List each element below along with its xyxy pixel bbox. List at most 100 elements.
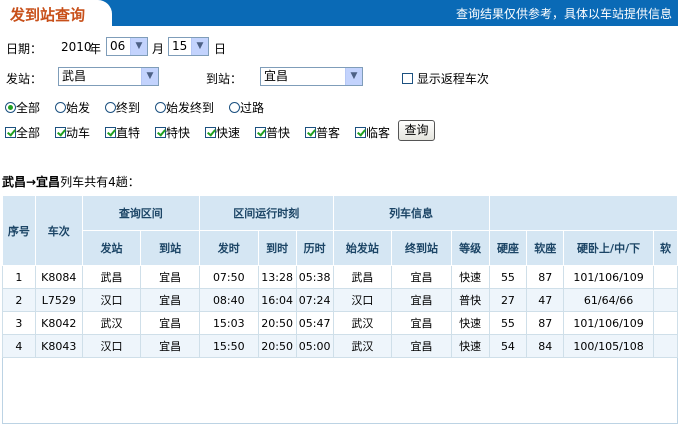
radio-passing[interactable]: 过路 [229, 99, 264, 116]
from-station-value: 武昌 [62, 69, 87, 83]
table-row: 1 K8084 武昌 宜昌 07:50 13:28 05:38 武昌 宜昌 快速… [2, 265, 678, 289]
cell-origin: 武汉 [332, 311, 393, 335]
cell-depart-time: 07:50 [198, 265, 259, 289]
cell-train[interactable]: K8043 [34, 334, 83, 358]
cell-arrive-time: 13:28 [257, 265, 297, 289]
radio-origin-terminal-button[interactable] [155, 102, 166, 113]
show-return-checkbox[interactable] [402, 73, 413, 84]
cell-seq: 3 [2, 311, 36, 335]
query-button[interactable]: 查询 [398, 120, 435, 141]
train-type-fast[interactable]: 快速 [205, 124, 240, 141]
chevron-down-icon: ▼ [130, 38, 147, 55]
train-type-fast-checkbox[interactable] [205, 127, 216, 138]
header-notice: 查询结果仅供参考，具体以车站提供信息 [455, 7, 672, 21]
cell-terminal: 宜昌 [391, 334, 452, 358]
cell-grade: 快速 [450, 265, 490, 289]
cell-soft-seat: 87 [526, 311, 565, 335]
cell-seq: 1 [2, 265, 36, 289]
radio-terminal-button[interactable] [105, 102, 116, 113]
cell-arrive-time: 20:50 [257, 334, 297, 358]
cell-train[interactable]: K8042 [34, 311, 83, 335]
train-type-temporary[interactable]: 临客 [355, 124, 390, 141]
header-origin: 始发站 [332, 230, 393, 266]
radio-origin-terminal[interactable]: 始发终到 [155, 99, 214, 116]
table-row: 4 K8043 汉口 宜昌 15:50 20:50 05:00 武汉 宜昌 快速… [2, 334, 678, 358]
train-type-all[interactable]: 全部 [5, 124, 40, 141]
radio-origin-button[interactable] [55, 102, 66, 113]
train-type-temporary-label: 临客 [366, 126, 391, 140]
train-type-ordinary-fast-label: 普快 [266, 126, 291, 140]
cell-arrive-station: 宜昌 [140, 334, 200, 358]
cell-hard-seat: 55 [488, 265, 528, 289]
train-type-all-label: 全部 [16, 126, 41, 140]
cell-train[interactable]: L7529 [34, 288, 83, 312]
day-select[interactable]: 15 ▼ [168, 37, 209, 56]
cell-cut [653, 334, 678, 358]
header-depart-time: 发时 [198, 230, 259, 266]
train-type-ordinary-checkbox[interactable] [305, 127, 316, 138]
cell-depart-station: 武昌 [81, 265, 142, 289]
cell-hard-sleeper: 101/106/109 [563, 265, 654, 289]
cell-hard-seat: 54 [488, 334, 528, 358]
train-type-direct-label: 直特 [116, 126, 141, 140]
cell-arrive-station: 宜昌 [140, 288, 200, 312]
header-group-schedule: 区间运行时刻 [198, 195, 334, 231]
cell-soft-seat: 84 [526, 334, 565, 358]
train-type-ordinary-fast[interactable]: 普快 [255, 124, 290, 141]
train-type-ordinary-label: 普客 [316, 126, 341, 140]
train-type-emu-checkbox[interactable] [55, 127, 66, 138]
cell-duration: 05:00 [295, 334, 334, 358]
cell-terminal: 宜昌 [391, 265, 452, 289]
cell-depart-station: 武汉 [81, 311, 142, 335]
from-label: 发站： [6, 72, 43, 86]
train-type-express-label: 特快 [166, 126, 191, 140]
train-type-all-checkbox[interactable] [5, 127, 16, 138]
cell-arrive-time: 20:50 [257, 311, 297, 335]
header-cut: 软 [653, 230, 678, 266]
header-tab: 发到站查询 [0, 0, 112, 26]
train-type-express[interactable]: 特快 [155, 124, 190, 141]
train-type-direct[interactable]: 直特 [105, 124, 140, 141]
chevron-down-icon: ▼ [191, 38, 208, 55]
result-count: 列车共有4趟： [60, 175, 140, 189]
header-seq: 序号 [2, 195, 36, 266]
table-row: 2 L7529 汉口 宜昌 08:40 16:04 07:24 汉口 宜昌 普快… [2, 288, 678, 312]
result-route: 武昌→宜昌 [2, 175, 61, 189]
cell-depart-time: 08:40 [198, 288, 259, 312]
show-return-option[interactable]: 显示返程车次 [402, 70, 489, 87]
train-type-temporary-checkbox[interactable] [355, 127, 366, 138]
train-type-direct-checkbox[interactable] [105, 127, 116, 138]
day-unit: 日 [214, 42, 227, 56]
radio-terminal[interactable]: 终到 [105, 99, 140, 116]
show-return-label: 显示返程车次 [416, 72, 489, 86]
header-duration: 历时 [295, 230, 334, 266]
header-group-query: 查询区间 [81, 195, 200, 231]
train-type-express-checkbox[interactable] [155, 127, 166, 138]
radio-origin[interactable]: 始发 [55, 99, 90, 116]
radio-all[interactable]: 全部 [5, 99, 40, 116]
radio-all-button[interactable] [5, 102, 16, 113]
header-group-fares [488, 195, 678, 231]
header-arrive-station: 到站 [140, 230, 200, 266]
to-station-select[interactable]: 宜昌 ▼ [260, 67, 363, 86]
day-value: 15 [172, 39, 188, 53]
cell-terminal: 宜昌 [391, 288, 452, 312]
radio-passing-button[interactable] [229, 102, 240, 113]
month-value: 06 [110, 39, 126, 53]
header-group-train-info: 列车信息 [332, 195, 490, 231]
cell-train[interactable]: K8084 [34, 265, 83, 289]
train-type-ordinary-fast-checkbox[interactable] [255, 127, 266, 138]
header-grade: 等级 [450, 230, 490, 266]
radio-terminal-label: 终到 [116, 101, 141, 115]
header-arrive-time: 到时 [257, 230, 297, 266]
header-soft-seat: 软座 [526, 230, 565, 266]
cell-soft-seat: 87 [526, 265, 565, 289]
header-bar: 发到站查询 查询结果仅供参考，具体以车站提供信息 [0, 0, 678, 26]
cell-grade: 快速 [450, 334, 490, 358]
month-select[interactable]: 06 ▼ [106, 37, 148, 56]
to-station-value: 宜昌 [264, 69, 289, 83]
radio-origin-terminal-label: 始发终到 [166, 101, 215, 115]
from-station-select[interactable]: 武昌 ▼ [58, 67, 159, 86]
train-type-ordinary[interactable]: 普客 [305, 124, 340, 141]
train-type-emu[interactable]: 动车 [55, 124, 90, 141]
